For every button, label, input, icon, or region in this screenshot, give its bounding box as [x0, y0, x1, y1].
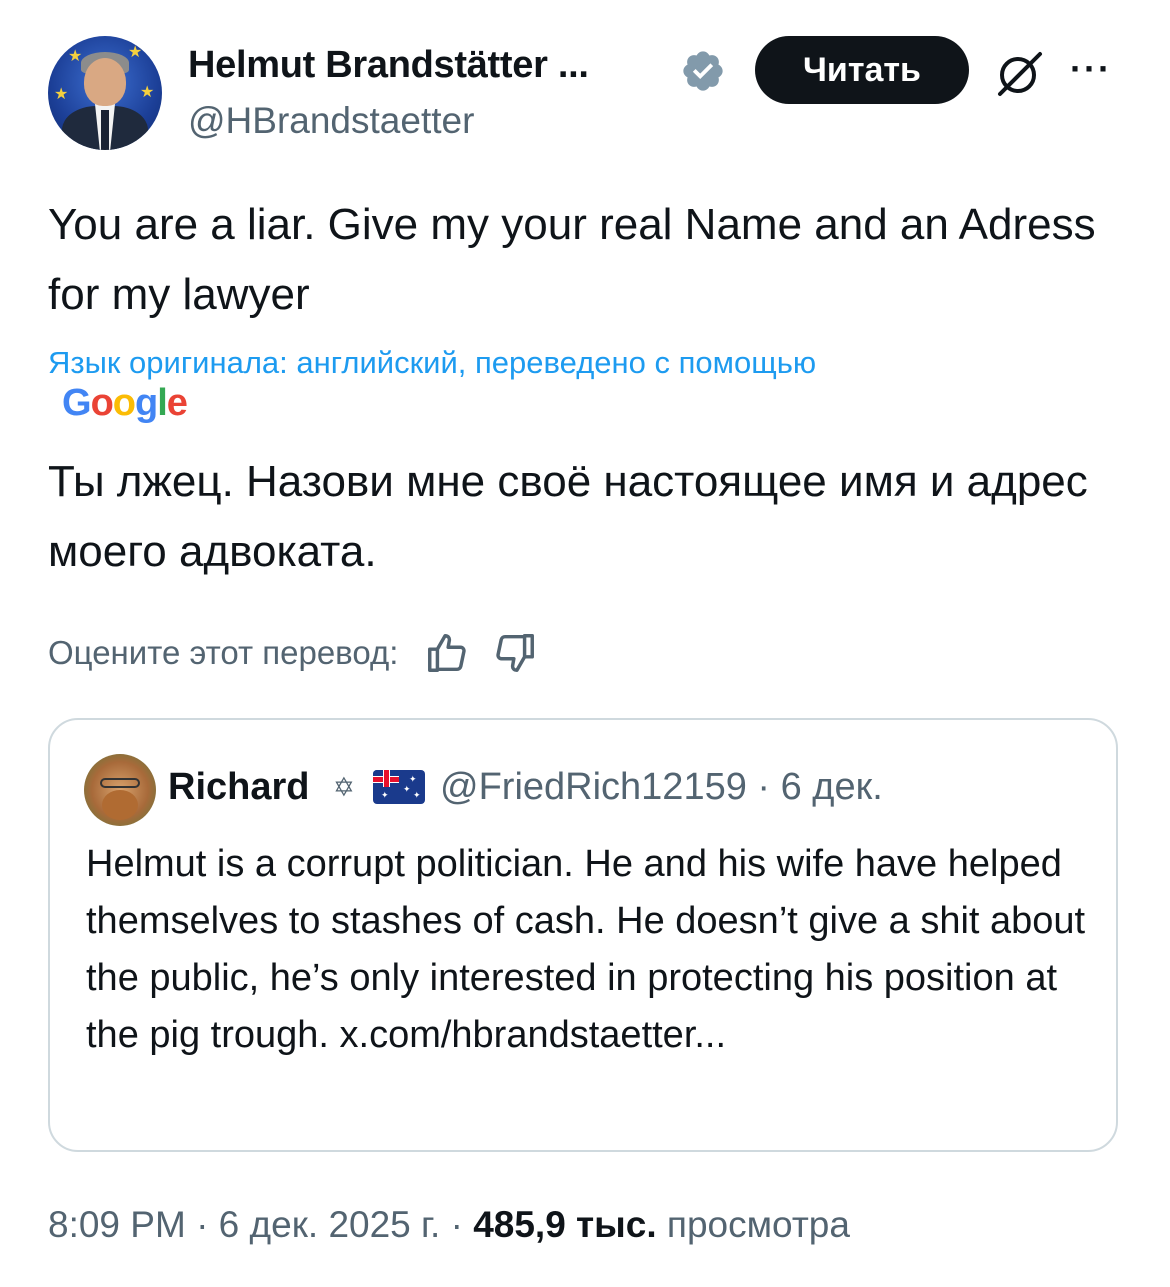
grok-icon[interactable]	[992, 48, 1048, 98]
more-options-icon[interactable]: ···	[1070, 48, 1112, 90]
views-label: просмотра	[656, 1204, 850, 1245]
tweet-header: ★ ★ ★ ★ Helmut Brandstätter ... @HBrands…	[48, 36, 1128, 156]
eu-star-icon: ★	[128, 44, 143, 61]
translation-note: Язык оригинала: английский, переведено с…	[48, 345, 817, 380]
avatar-beard	[102, 790, 138, 820]
flag-star: ✦	[413, 790, 421, 800]
tweet-text: You are a liar. Give my your real Name a…	[48, 200, 1096, 319]
australia-flag-icon: ✦ ✦ ✦ ✦	[373, 770, 425, 804]
tweet-footer: 8:09 PM · 6 дек. 2025 г. · 485,9 тыс. пр…	[48, 1204, 850, 1246]
flag-star: ✦	[381, 790, 389, 800]
tweet-timestamp[interactable]: 8:09 PM · 6 дек. 2025 г. ·	[48, 1204, 473, 1245]
thumbs-down-icon[interactable]	[492, 630, 538, 676]
google-logo: Google	[62, 382, 188, 424]
quoted-tweet-text: Helmut is a corrupt politician. He and h…	[86, 843, 1086, 1056]
quoted-author-name[interactable]: Richard	[168, 766, 309, 809]
star-of-david-icon: ✡	[333, 772, 355, 802]
author-name[interactable]: Helmut Brandstätter ...	[188, 44, 589, 87]
quoted-tweet[interactable]: Richard ✡ ✦ ✦ ✦ ✦ @FriedRich12159 · 6 де…	[48, 718, 1118, 1152]
quoted-author-avatar[interactable]	[84, 754, 156, 826]
quoted-handle-date: @FriedRich12159 · 6 дек.	[440, 766, 883, 808]
thumbs-up-icon[interactable]	[424, 630, 470, 676]
author-handle[interactable]: @HBrandstaetter	[188, 100, 474, 142]
avatar-face	[84, 58, 126, 106]
flag-cross-v	[383, 770, 390, 787]
flag-star: ✦	[403, 784, 411, 794]
author-avatar[interactable]: ★ ★ ★ ★	[48, 36, 162, 150]
views-count: 485,9 тыс.	[473, 1204, 657, 1245]
eu-star-icon: ★	[54, 86, 69, 103]
rate-translation-label: Оцените этот перевод:	[48, 634, 399, 671]
avatar-tie	[101, 110, 109, 150]
verified-badge-icon	[683, 51, 723, 91]
eu-star-icon: ★	[140, 84, 155, 101]
avatar-glasses	[100, 778, 140, 788]
rate-translation-row: Оцените этот перевод:	[48, 628, 538, 678]
translated-text: Ты лжец. Назови мне своё настоящее имя и…	[48, 457, 1088, 576]
follow-button[interactable]: Читать	[755, 36, 969, 104]
